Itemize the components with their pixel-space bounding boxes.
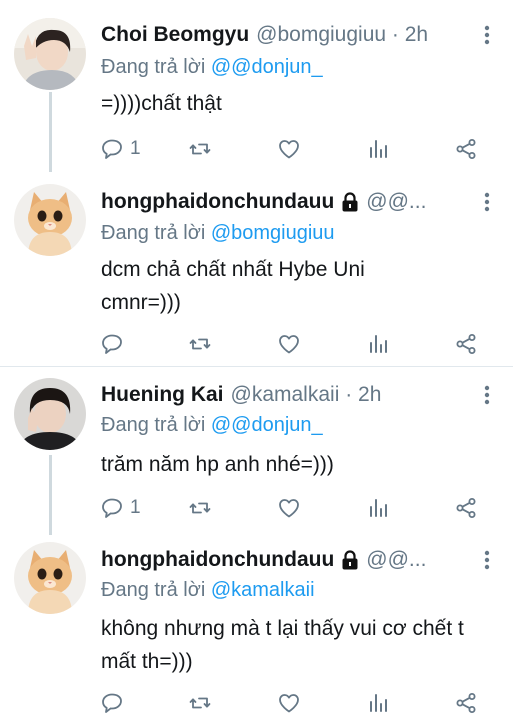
more-options-icon[interactable] [477, 191, 497, 213]
reply-count: 1 [130, 138, 141, 159]
tweet[interactable]: hongphaidonchundauu @@... Đang trả lời @… [0, 180, 513, 366]
replying-mention[interactable]: @kamalkaii [211, 579, 315, 601]
tweet[interactable]: Choi Beomgyu @bomgiugiuu · 2h Đang trả l… [0, 0, 513, 180]
author-name[interactable]: hongphaidonchundauu [101, 548, 334, 572]
author-name[interactable]: Choi Beomgyu [101, 23, 249, 47]
tweet-actions [100, 329, 490, 359]
retweet-button[interactable] [188, 134, 212, 164]
author-handle[interactable]: @@... [366, 548, 426, 572]
analytics-button[interactable] [366, 134, 390, 164]
replying-to: Đang trả lời @kamalkaii [101, 579, 315, 602]
more-options-icon[interactable] [477, 24, 497, 46]
heart-icon [279, 694, 299, 713]
like-button[interactable] [277, 493, 301, 523]
reply-count: 1 [130, 497, 141, 518]
replying-mention[interactable]: @@donjun_ [211, 414, 323, 436]
tweet-text: dcm chả chất nhất Hybe Uni cmnr=))) [101, 258, 365, 314]
heart-icon [279, 499, 299, 518]
share-icon [456, 693, 476, 713]
tweet[interactable]: hongphaidonchundauu @@... Đang trả lời @… [0, 537, 513, 725]
replying-to: Đang trả lời @bomgiugiuu [101, 222, 335, 245]
tweet[interactable]: Huening Kai @kamalkaii · 2h Đang trả lời… [0, 367, 513, 537]
tweet-actions: 1 [100, 134, 490, 164]
heart-icon [279, 335, 299, 354]
reply-icon [102, 334, 122, 354]
retweet-button[interactable] [188, 688, 212, 718]
reply-button[interactable] [100, 329, 130, 359]
replying-to: Đang trả lời @@donjun_ [101, 414, 323, 437]
person-photo-avatar-icon [14, 18, 86, 90]
author-name[interactable]: hongphaidonchundauu [101, 190, 334, 214]
reply-icon [102, 693, 122, 713]
avatar[interactable] [14, 378, 86, 450]
share-button[interactable] [454, 329, 478, 359]
share-icon [456, 334, 476, 354]
heart-icon [279, 140, 299, 159]
replying-mention[interactable]: @bomgiugiuu [211, 222, 335, 244]
share-icon [456, 498, 476, 518]
avatar[interactable] [14, 184, 86, 256]
replying-prefix: Đang trả lời [101, 56, 206, 78]
share-button[interactable] [454, 134, 478, 164]
retweet-button[interactable] [188, 493, 212, 523]
replying-prefix: Đang trả lời [101, 414, 206, 436]
retweet-icon [189, 143, 211, 155]
reply-icon [102, 498, 122, 518]
share-button[interactable] [454, 493, 478, 523]
tweet-thread: Choi Beomgyu @bomgiugiuu · 2h Đang trả l… [0, 0, 513, 725]
tweet-header: Huening Kai @kamalkaii · 2h [101, 380, 497, 410]
tweet-header: hongphaidonchundauu @@... [101, 187, 497, 217]
author-name[interactable]: Huening Kai [101, 383, 224, 407]
reply-button[interactable]: 1 [100, 134, 141, 164]
share-button[interactable] [454, 688, 478, 718]
cat-photo-avatar-icon [14, 184, 86, 256]
lock-icon [342, 192, 358, 212]
reply-icon [102, 139, 122, 159]
avatar[interactable] [14, 18, 86, 90]
more-options-icon[interactable] [477, 549, 497, 571]
avatar[interactable] [14, 542, 86, 614]
replying-to: Đang trả lời @@donjun_ [101, 56, 323, 79]
author-handle[interactable]: @bomgiugiuu · 2h [256, 23, 428, 47]
like-button[interactable] [277, 329, 301, 359]
analytics-button[interactable] [366, 493, 390, 523]
retweet-button[interactable] [188, 329, 212, 359]
tweet-actions: 1 [100, 493, 490, 523]
like-button[interactable] [277, 688, 301, 718]
like-button[interactable] [277, 134, 301, 164]
tweet-actions [100, 688, 490, 718]
replying-mention[interactable]: @@donjun_ [211, 56, 323, 78]
tweet-text: =))))chất thật [101, 92, 222, 115]
analytics-button[interactable] [366, 688, 390, 718]
reply-button[interactable]: 1 [100, 493, 141, 523]
analytics-button[interactable] [366, 329, 390, 359]
retweet-icon [189, 338, 211, 350]
replying-prefix: Đang trả lời [101, 222, 206, 244]
analytics-icon [370, 694, 387, 712]
replying-prefix: Đang trả lời [101, 579, 206, 601]
tweet-header: Choi Beomgyu @bomgiugiuu · 2h [101, 20, 497, 50]
analytics-icon [370, 335, 387, 353]
lock-icon [342, 550, 358, 570]
author-handle[interactable]: @@... [366, 190, 426, 214]
cat-photo-avatar-icon [14, 542, 86, 614]
person-photo-avatar-icon [14, 378, 86, 450]
author-handle[interactable]: @kamalkaii · 2h [231, 383, 382, 407]
share-icon [456, 139, 476, 159]
analytics-icon [370, 499, 387, 517]
tweet-text: không nhưng mà t lại thấy vui cơ chết t … [101, 617, 464, 673]
analytics-icon [370, 140, 387, 158]
more-options-icon[interactable] [477, 384, 497, 406]
retweet-icon [189, 697, 211, 709]
tweet-text: trăm năm hp anh nhé=))) [101, 453, 334, 476]
retweet-icon [189, 502, 211, 514]
reply-button[interactable] [100, 688, 130, 718]
tweet-header: hongphaidonchundauu @@... [101, 545, 497, 575]
